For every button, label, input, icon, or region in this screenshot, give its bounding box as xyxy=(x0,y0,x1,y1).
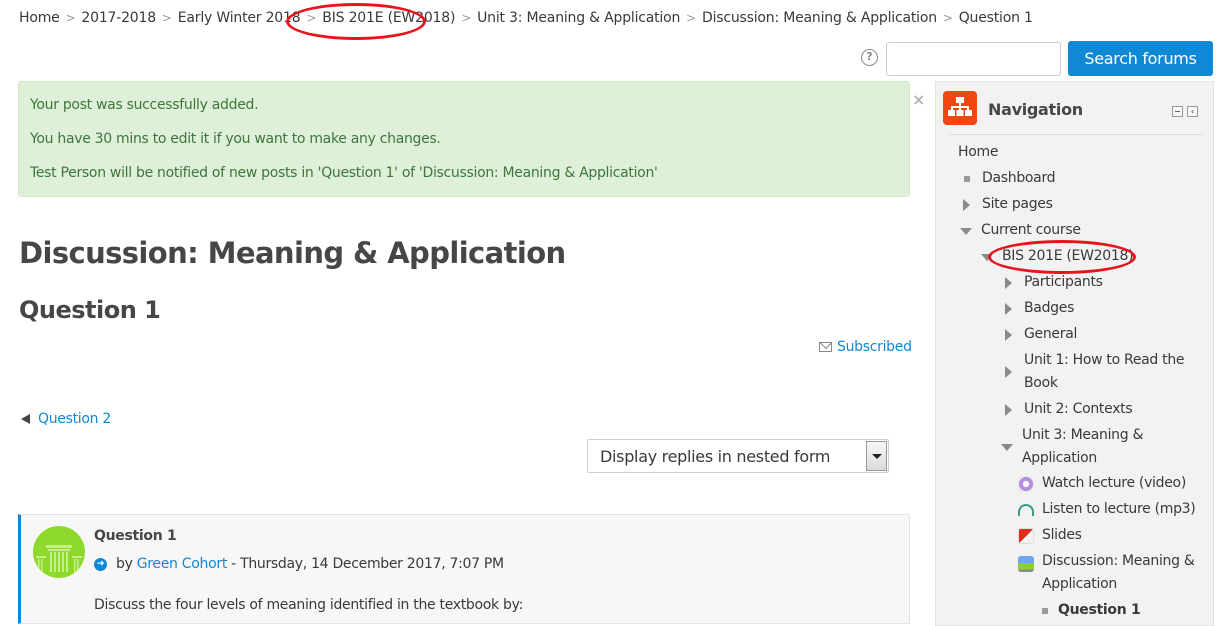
post-meta: ➜ by Green Cohort - Thursday, 14 Decembe… xyxy=(94,556,504,572)
dock-block-icon[interactable]: ‹ xyxy=(1187,106,1198,117)
expand-right-icon[interactable] xyxy=(1005,366,1012,378)
display-mode-select[interactable]: Display replies in nested form xyxy=(587,439,889,473)
forum-post: Question 1 ➜ by Green Cohort - Thursday,… xyxy=(18,514,910,624)
success-alert: Your post was successfully added. You ha… xyxy=(18,81,910,197)
post-body: Discuss the four levels of meaning ident… xyxy=(94,597,523,613)
nav-label: Slides xyxy=(1042,527,1082,543)
post-date: - Thursday, 14 December 2017, 7:07 PM xyxy=(231,556,504,572)
bullet-icon xyxy=(1042,608,1048,614)
alert-line: Test Person will be notified of new post… xyxy=(30,165,658,181)
nav-item-home[interactable]: Home xyxy=(958,141,998,164)
breadcrumb-separator: > xyxy=(686,11,697,25)
expand-right-icon[interactable] xyxy=(1005,404,1012,416)
subscribed-label: Subscribed xyxy=(837,339,912,355)
nav-item-unit-3[interactable]: Unit 3: Meaning & Application xyxy=(1001,424,1171,470)
headphones-icon xyxy=(1018,504,1034,516)
alert-line: Your post was successfully added. xyxy=(30,97,259,113)
breadcrumb-separator: > xyxy=(942,11,953,25)
collapse-down-icon[interactable] xyxy=(1001,443,1013,451)
nav-item-site-pages[interactable]: Site pages xyxy=(961,193,1053,216)
expand-right-icon[interactable] xyxy=(1005,329,1012,341)
nav-label: Unit 3: Meaning & Application xyxy=(1022,427,1144,466)
nav-label: Badges xyxy=(1024,300,1075,316)
nav-item-watch-lecture[interactable]: Watch lecture (video) xyxy=(1018,472,1186,495)
minimize-block-icon[interactable] xyxy=(1172,106,1183,117)
nav-label: Dashboard xyxy=(982,170,1056,186)
breadcrumb-separator: > xyxy=(65,11,76,25)
envelope-icon xyxy=(819,342,832,352)
breadcrumb-separator: > xyxy=(306,11,317,25)
breadcrumb-unit[interactable]: Unit 3: Meaning & Application xyxy=(477,10,680,26)
previous-discussion-link[interactable]: Question 2 xyxy=(21,411,111,427)
navigation-title: Navigation xyxy=(988,100,1083,119)
breadcrumb: Home >2017-2018 > Early Winter 2018 > BIS 201… xyxy=(19,10,1033,26)
nav-label: Current course xyxy=(981,222,1081,238)
search-forums-input[interactable] xyxy=(886,42,1061,76)
nav-item-unit-1[interactable]: Unit 1: How to Read the Book xyxy=(1003,349,1193,395)
breadcrumb-course[interactable]: BIS 201E (EW2018) xyxy=(322,10,455,26)
nav-label: General xyxy=(1024,326,1078,342)
nav-item-participants[interactable]: Participants xyxy=(1003,271,1103,294)
search-forums-button[interactable]: Search forums xyxy=(1068,41,1213,76)
nav-label: Discussion: Meaning & Application xyxy=(1042,553,1195,592)
nav-item-discussion[interactable]: Discussion: Meaning & Application xyxy=(1018,550,1198,596)
expand-right-icon[interactable] xyxy=(1005,277,1012,289)
nav-item-slides[interactable]: Slides xyxy=(1018,524,1082,547)
nav-label: Watch lecture (video) xyxy=(1042,475,1186,491)
nav-item-badges[interactable]: Badges xyxy=(1003,297,1074,320)
bullet-icon xyxy=(964,176,970,182)
subscribed-link[interactable]: Subscribed xyxy=(819,339,912,355)
video-icon xyxy=(1018,476,1034,492)
nav-label: BIS 201E (EW2018) xyxy=(1002,248,1134,264)
forum-icon xyxy=(1018,556,1034,572)
collapse-down-icon[interactable] xyxy=(981,254,993,261)
nav-label: Participants xyxy=(1024,274,1103,290)
nav-item-unit-2[interactable]: Unit 2: Contexts xyxy=(1003,398,1133,421)
breadcrumb-home[interactable]: Home xyxy=(19,10,60,26)
triangle-left-icon xyxy=(21,414,30,424)
page-title: Discussion: Meaning & Application xyxy=(19,236,566,270)
nav-label: Unit 2: Contexts xyxy=(1024,401,1133,417)
breadcrumb-term[interactable]: Early Winter 2018 xyxy=(178,10,301,26)
nav-label: Home xyxy=(958,144,999,160)
previous-discussion-label: Question 2 xyxy=(38,411,111,427)
post-subject: Question 1 xyxy=(94,528,177,544)
post-by: by xyxy=(116,556,133,572)
nav-item-general[interactable]: General xyxy=(1003,323,1077,346)
pillars-icon xyxy=(36,545,82,573)
nav-item-question-1[interactable]: Question 1 xyxy=(1042,599,1141,622)
arrow-right-circle-icon: ➜ xyxy=(94,557,107,571)
post-author-link[interactable]: Green Cohort xyxy=(137,556,228,572)
nav-item-listen-lecture[interactable]: Listen to lecture (mp3) xyxy=(1018,498,1196,521)
breadcrumb-separator: > xyxy=(461,11,472,25)
sitemap-icon xyxy=(943,91,977,125)
nav-label: Listen to lecture (mp3) xyxy=(1042,501,1196,517)
breadcrumb-year[interactable]: 2017-2018 xyxy=(81,10,156,26)
alert-line: You have 30 mins to edit it if you want … xyxy=(30,131,441,147)
breadcrumb-forum[interactable]: Discussion: Meaning & Application xyxy=(702,10,937,26)
chevron-down-icon[interactable] xyxy=(866,441,887,471)
expand-right-icon[interactable] xyxy=(963,199,970,211)
nav-item-current-course[interactable]: Current course xyxy=(960,219,1081,242)
nav-item-course[interactable]: BIS 201E (EW2018) xyxy=(981,245,1134,268)
avatar[interactable] xyxy=(33,526,85,578)
expand-right-icon[interactable] xyxy=(1005,303,1012,315)
breadcrumb-separator: > xyxy=(161,11,172,25)
display-mode-value: Display replies in nested form xyxy=(600,447,831,466)
navigation-block: Navigation ‹ Home Dashboard Site pages C… xyxy=(935,81,1214,626)
discussion-title: Question 1 xyxy=(19,296,161,324)
breadcrumb-current: Question 1 xyxy=(958,10,1033,26)
pdf-icon xyxy=(1018,528,1034,544)
collapse-down-icon[interactable] xyxy=(960,228,972,235)
nav-label: Site pages xyxy=(982,196,1053,212)
divider xyxy=(950,134,1202,135)
help-icon[interactable]: ? xyxy=(861,49,878,66)
nav-label: Unit 1: How to Read the Book xyxy=(1024,352,1185,391)
close-icon[interactable]: × xyxy=(912,90,925,109)
nav-label: Question 1 xyxy=(1058,602,1141,618)
nav-item-dashboard[interactable]: Dashboard xyxy=(960,167,1056,190)
